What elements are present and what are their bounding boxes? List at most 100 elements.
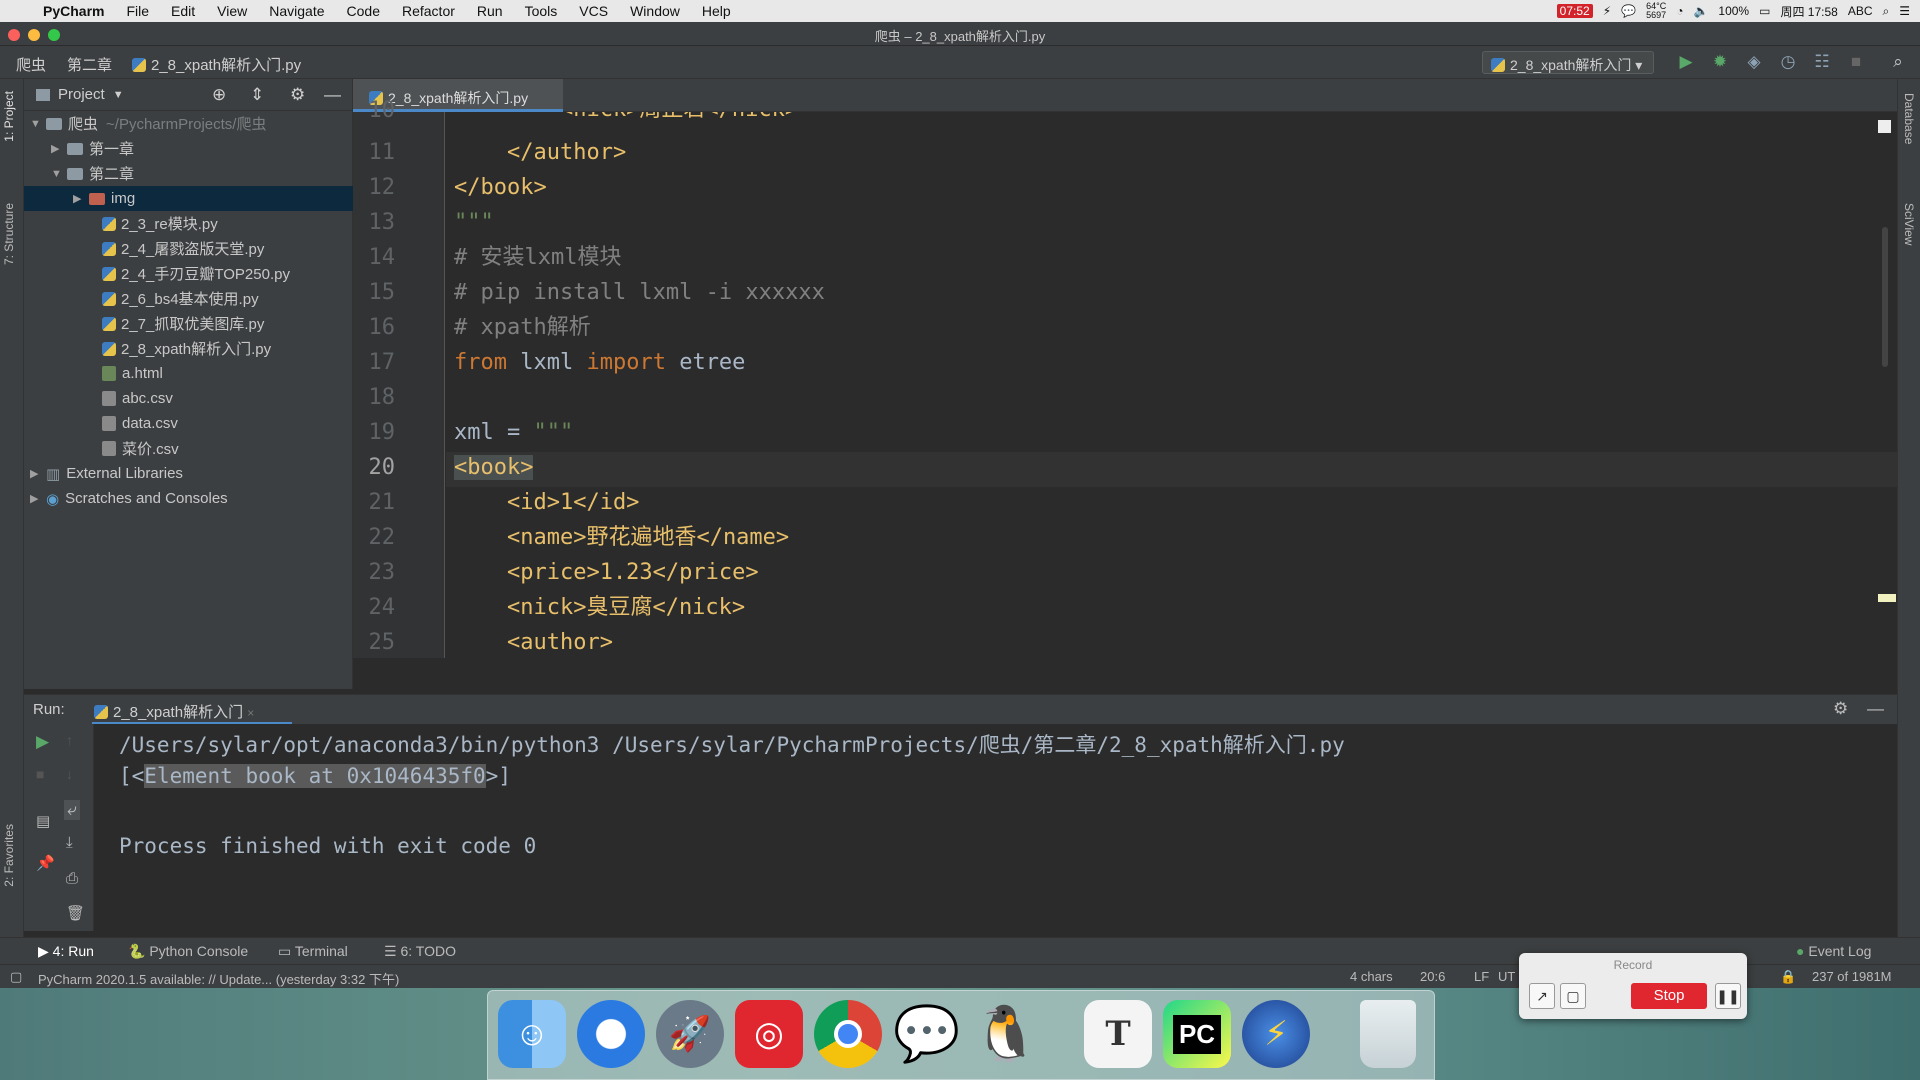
inspection-status-icon[interactable]	[1878, 120, 1891, 133]
tree-item-file[interactable]: 2_4_手刃豆瓣TOP250.py	[24, 261, 353, 286]
status-message[interactable]: PyCharm 2020.1.5 available: // Update...…	[38, 969, 399, 988]
status-memory[interactable]: 237 of 1981M	[1812, 969, 1892, 984]
code-editor[interactable]: <nick>周正若</nick> </author> </book> """ #…	[446, 112, 1897, 658]
screenshot-icon[interactable]: ▢	[1560, 983, 1586, 1009]
breadcrumb-folder[interactable]: 第二章	[67, 54, 112, 75]
tab-project[interactable]: 1: Project	[2, 91, 16, 142]
menu-view[interactable]: View	[206, 3, 258, 19]
netease-music-icon[interactable]: ◎	[735, 1000, 803, 1068]
battery-percent[interactable]: 100%	[1718, 4, 1749, 18]
pin-icon[interactable]: 📌	[36, 854, 55, 872]
print-icon[interactable]: ⎙	[66, 870, 78, 887]
chevron-right-icon[interactable]: ▶	[30, 467, 44, 480]
tab-todo[interactable]: ☰ 6: TODO	[384, 943, 456, 960]
breadcrumb-file[interactable]: 2_8_xpath解析入门.py	[132, 54, 301, 75]
launchpad-icon[interactable]: 🚀	[656, 1000, 724, 1068]
soft-wrap-icon[interactable]: ⤶	[64, 800, 80, 820]
bolt-icon[interactable]: ⚡	[1603, 4, 1611, 18]
safari-icon[interactable]: ✦	[577, 1000, 645, 1068]
tab-favorites[interactable]: 2: Favorites	[2, 824, 16, 887]
scroll-marker[interactable]	[1878, 594, 1896, 602]
menu-vcs[interactable]: VCS	[568, 3, 619, 19]
profile-icon[interactable]: ◷	[1778, 52, 1798, 72]
tree-item-external-libraries[interactable]: ▶ ▥ External Libraries	[24, 461, 353, 486]
qq-icon[interactable]: 🐧	[972, 1000, 1040, 1068]
run-configuration-select[interactable]: 2_8_xpath解析入门 ▾	[1482, 51, 1654, 74]
pycharm-icon[interactable]: PC	[1163, 1000, 1231, 1068]
down-icon[interactable]: ↓	[66, 766, 73, 782]
tree-item-file[interactable]: 2_6_bs4基本使用.py	[24, 286, 353, 311]
status-caret-position[interactable]: 20:6	[1420, 969, 1445, 984]
pause-icon[interactable]: ❚❚	[1715, 983, 1741, 1009]
clock[interactable]: 周四 17:58	[1780, 3, 1837, 20]
tree-item-file[interactable]: abc.csv	[24, 386, 353, 411]
chevron-right-icon[interactable]: ▶	[73, 192, 87, 205]
menu-app-name[interactable]: PyCharm	[32, 3, 115, 19]
tree-item-file[interactable]: 2_3_re模块.py	[24, 211, 353, 236]
scroll-to-end-icon[interactable]: ⤓	[66, 834, 73, 851]
gear-icon[interactable]: ⚙	[1833, 699, 1848, 719]
tab-event-log[interactable]: ● Event Log	[1796, 943, 1871, 959]
up-icon[interactable]: ↑	[66, 732, 73, 748]
hide-panel-icon[interactable]: —	[324, 85, 341, 105]
menu-navigate[interactable]: Navigate	[258, 3, 335, 19]
layout-icon[interactable]: ▤	[36, 812, 50, 830]
stop-recording-button[interactable]: Stop	[1631, 983, 1707, 1009]
status-encoding[interactable]: UT	[1498, 969, 1515, 984]
tab-database[interactable]: Database	[1902, 93, 1916, 144]
notification-icon[interactable]: ☰	[1899, 4, 1910, 18]
run-icon[interactable]: ▶	[1676, 52, 1696, 72]
wechat-icon[interactable]: 💬	[893, 1000, 961, 1068]
project-view-select[interactable]: Project	[58, 86, 105, 103]
tree-item-file[interactable]: 2_8_xpath解析入门.py	[24, 336, 353, 361]
chevron-down-icon[interactable]: ▼	[30, 118, 44, 130]
menu-edit[interactable]: Edit	[160, 3, 206, 19]
breadcrumb-project[interactable]: 爬虫	[16, 54, 46, 75]
menu-run[interactable]: Run	[466, 3, 514, 19]
close-icon[interactable]: ×	[247, 706, 254, 720]
thunder-icon[interactable]: ⚡	[1242, 1000, 1310, 1068]
menu-tools[interactable]: Tools	[514, 3, 569, 19]
menu-file[interactable]: File	[115, 3, 160, 19]
chevron-down-icon[interactable]: ▼	[113, 89, 124, 101]
chrome-icon[interactable]	[814, 1000, 882, 1068]
chevron-down-icon[interactable]: ▼	[51, 168, 65, 180]
wechat-tray-icon[interactable]: 💬	[1621, 4, 1636, 18]
finder-icon[interactable]: ☺	[498, 1000, 566, 1068]
volume-icon[interactable]: 🔈	[1693, 4, 1708, 18]
tab-python-console[interactable]: 🐍 Python Console	[128, 943, 248, 960]
run-tab[interactable]: 2_8_xpath解析入门 ×	[94, 701, 254, 722]
rerun-icon[interactable]: ▶	[36, 732, 49, 752]
tree-item-file[interactable]: 2_4_屠戮盗版天堂.py	[24, 236, 353, 261]
tree-item-scratches[interactable]: ▶ ◉ Scratches and Consoles	[24, 486, 353, 511]
cpu-temp[interactable]: 64°C 5697	[1646, 2, 1666, 20]
input-method[interactable]: ABC	[1848, 4, 1873, 18]
collapse-all-icon[interactable]: ⇕	[250, 85, 264, 105]
tree-item-chapter1[interactable]: ▶ 第一章	[24, 136, 353, 161]
status-line-separator[interactable]: LF	[1474, 969, 1489, 984]
tree-item-file[interactable]: data.csv	[24, 411, 353, 436]
hide-panel-icon[interactable]: —	[1867, 699, 1884, 719]
debug-icon[interactable]: ✹	[1710, 52, 1730, 72]
tree-item-root[interactable]: ▼ 爬虫 ~/PycharmProjects/爬虫	[24, 111, 353, 136]
trash-icon[interactable]	[1360, 1000, 1416, 1068]
tab-sciview[interactable]: SciView	[1902, 203, 1916, 245]
typora-icon[interactable]: T	[1084, 1000, 1152, 1068]
locate-icon[interactable]: ⊕	[212, 85, 226, 105]
build-icon[interactable]: ☷	[1812, 52, 1832, 72]
annotate-icon[interactable]: ↗	[1529, 983, 1555, 1009]
tab-structure[interactable]: 7: Structure	[2, 203, 16, 265]
menu-help[interactable]: Help	[691, 3, 742, 19]
menu-code[interactable]: Code	[336, 3, 391, 19]
trash-icon[interactable]: 🗑	[66, 904, 85, 922]
tree-item-chapter2[interactable]: ▼ 第二章	[24, 161, 353, 186]
chevron-right-icon[interactable]: ▶	[30, 492, 44, 505]
lock-icon[interactable]: 🔒	[1780, 969, 1796, 985]
menu-window[interactable]: Window	[619, 3, 691, 19]
status-toggle-icon[interactable]: ▢	[10, 969, 22, 985]
menu-refactor[interactable]: Refactor	[391, 3, 466, 19]
tab-run[interactable]: ▶ 4: Run	[38, 943, 94, 960]
stop-icon[interactable]: ■	[36, 766, 44, 782]
record-indicator[interactable]: 07:52	[1556, 4, 1593, 18]
tree-item-file[interactable]: 2_7_抓取优美图库.py	[24, 311, 353, 336]
